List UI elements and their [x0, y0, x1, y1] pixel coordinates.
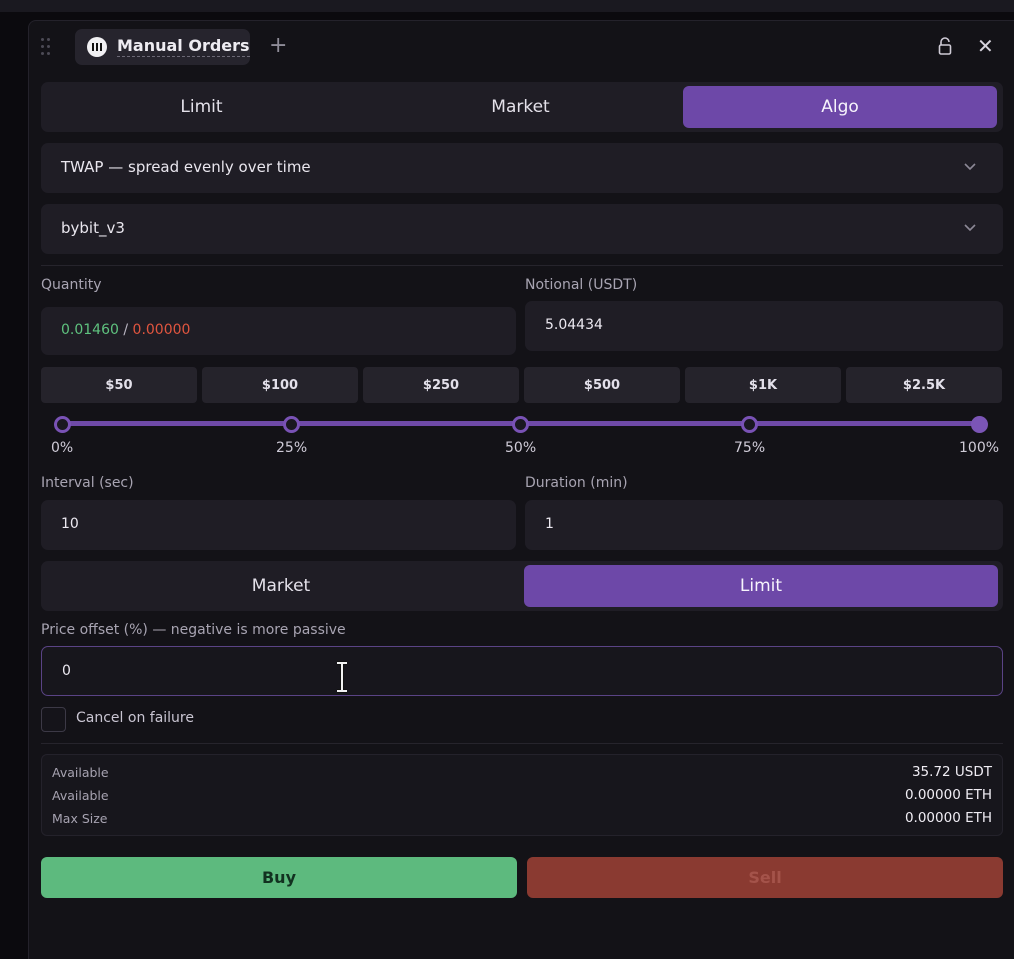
- quantity-separator: /: [123, 322, 129, 338]
- drag-handle-icon[interactable]: [41, 38, 53, 58]
- summary-label: Available: [52, 765, 109, 780]
- price-offset-input[interactable]: 0: [41, 646, 1003, 696]
- cancel-on-failure-checkbox[interactable]: [41, 707, 66, 732]
- summary-label: Available: [52, 788, 109, 803]
- top-bar: [0, 0, 1014, 12]
- chevron-down-icon: [964, 224, 976, 232]
- tab-title: Manual Orders: [117, 36, 250, 57]
- summary-value: 0.00000 ETH: [904, 787, 992, 803]
- interval-label: Interval (sec): [41, 475, 134, 491]
- panel-header: Manual Orders + ✕: [29, 21, 1014, 77]
- slider-label-25: 25%: [276, 440, 308, 456]
- exchange-select-value: bybit_v3: [61, 219, 125, 237]
- notional-value: 5.04434: [545, 317, 603, 333]
- tab-market[interactable]: Market: [364, 86, 677, 128]
- quantity-value: 0.01460 / 0.00000: [61, 322, 190, 338]
- preset-100-button[interactable]: $100: [202, 367, 358, 403]
- preset-500-button[interactable]: $500: [524, 367, 680, 403]
- quantity-buy-value: 0.01460: [61, 322, 119, 338]
- lock-icon[interactable]: [938, 37, 952, 55]
- slider-label-75: 75%: [734, 440, 766, 456]
- summary-value: 0.00000 ETH: [904, 810, 992, 826]
- tab-exec-limit[interactable]: Limit: [524, 565, 998, 607]
- chevron-down-icon: [964, 163, 976, 171]
- preset-50-button[interactable]: $50: [41, 367, 197, 403]
- add-tab-button[interactable]: +: [269, 33, 287, 59]
- quantity-label: Quantity: [41, 277, 102, 293]
- text-cursor-icon: [337, 661, 347, 693]
- slider-mark-0[interactable]: [54, 416, 71, 433]
- duration-value: 1: [545, 516, 554, 532]
- slider-mark-50[interactable]: [512, 416, 529, 433]
- sell-button[interactable]: Sell: [527, 857, 1003, 898]
- divider: [41, 743, 1003, 744]
- algo-select[interactable]: TWAP — spread evenly over time: [41, 143, 1003, 193]
- price-offset-value: 0: [62, 663, 71, 679]
- duration-label: Duration (min): [525, 475, 628, 491]
- quantity-sell-value: 0.00000: [132, 322, 191, 338]
- preset-1k-button[interactable]: $1K: [685, 367, 841, 403]
- interval-value: 10: [61, 516, 79, 532]
- order-type-tabs: Limit Market Algo: [41, 82, 1003, 132]
- notional-label: Notional (USDT): [525, 277, 638, 293]
- price-offset-label: Price offset (%) — negative is more pass…: [41, 622, 346, 638]
- slider-mark-25[interactable]: [283, 416, 300, 433]
- preset-250-button[interactable]: $250: [363, 367, 519, 403]
- slider-label-0: 0%: [51, 440, 74, 456]
- slider-handle[interactable]: [971, 416, 988, 433]
- slider-label-50: 50%: [505, 440, 537, 456]
- manual-orders-panel: Manual Orders + ✕ Limit Market Algo TWAP…: [28, 20, 1014, 959]
- exchange-select[interactable]: bybit_v3: [41, 204, 1003, 254]
- tab-limit[interactable]: Limit: [45, 86, 358, 128]
- balance-summary: Available 35.72 USDT Available 0.00000 E…: [41, 754, 1003, 836]
- duration-field[interactable]: 1: [525, 500, 1003, 550]
- notional-field[interactable]: 5.04434: [525, 301, 1003, 351]
- tab-algo[interactable]: Algo: [683, 86, 997, 128]
- summary-label: Max Size: [52, 811, 108, 826]
- interval-field[interactable]: 10: [41, 500, 516, 550]
- buy-button[interactable]: Buy: [41, 857, 517, 898]
- quantity-field[interactable]: 0.01460 / 0.00000: [41, 307, 516, 355]
- execution-type-tabs: Market Limit: [41, 561, 1003, 611]
- app-logo-icon: [87, 37, 107, 57]
- summary-value: 35.72 USDT: [911, 764, 992, 780]
- tab-manual-orders[interactable]: Manual Orders: [75, 29, 250, 65]
- tab-exec-market[interactable]: Market: [45, 565, 517, 607]
- slider-mark-75[interactable]: [741, 416, 758, 433]
- cancel-on-failure-label[interactable]: Cancel on failure: [76, 710, 194, 726]
- close-button[interactable]: ✕: [977, 35, 994, 57]
- slider-label-100: 100%: [959, 440, 1000, 456]
- preset-2-5k-button[interactable]: $2.5K: [846, 367, 1002, 403]
- algo-select-value: TWAP — spread evenly over time: [61, 158, 311, 176]
- divider: [41, 265, 1003, 266]
